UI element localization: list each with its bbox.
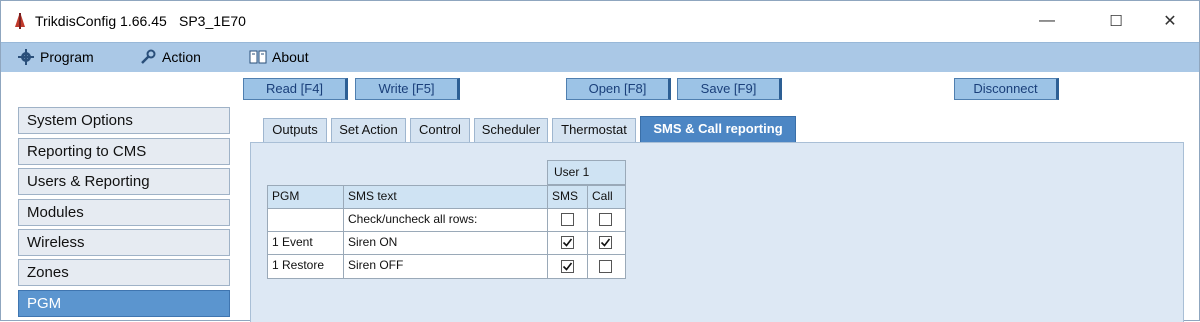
- table-row-pgm: 1 Restore: [267, 254, 344, 279]
- app-window: TrikdisConfig 1.66.45 SP3_1E70 — ☐ ✕ Pro…: [0, 0, 1200, 322]
- column-header-sms-text: SMS text: [343, 185, 548, 209]
- column-header-call: Call: [587, 185, 626, 209]
- tab-set-action[interactable]: Set Action: [331, 118, 406, 142]
- app-logo-icon: [15, 13, 25, 29]
- menu-program[interactable]: Program: [17, 49, 94, 65]
- column-header-pgm: PGM: [267, 185, 344, 209]
- title-bar: TrikdisConfig 1.66.45 SP3_1E70 — ☐ ✕: [1, 1, 1199, 41]
- menu-about-label: About: [272, 49, 309, 65]
- checkmark-icon: [562, 262, 573, 271]
- book-icon: [249, 50, 267, 64]
- menu-program-label: Program: [40, 49, 94, 65]
- checkmark-icon: [562, 238, 573, 247]
- write-button[interactable]: Write [F5]: [355, 78, 460, 100]
- column-header-sms: SMS: [547, 185, 588, 209]
- restore-call-checkbox[interactable]: [599, 260, 612, 273]
- checkmark-icon: [600, 238, 611, 247]
- tab-scheduler[interactable]: Scheduler: [474, 118, 548, 142]
- menu-about[interactable]: About: [249, 49, 309, 65]
- nav-system-options[interactable]: System Options: [18, 107, 230, 134]
- disconnect-button[interactable]: Disconnect: [954, 78, 1059, 100]
- table-row-pgm: [267, 208, 344, 232]
- table-row-pgm: 1 Event: [267, 231, 344, 255]
- open-button[interactable]: Open [F8]: [566, 78, 671, 100]
- table-row-text: Siren ON: [343, 231, 548, 255]
- wrench-icon: [141, 49, 156, 64]
- window-title: TrikdisConfig 1.66.45: [35, 13, 167, 29]
- event-call-checkbox[interactable]: [599, 236, 612, 249]
- maximize-button[interactable]: ☐: [1093, 1, 1139, 41]
- nav-users-reporting[interactable]: Users & Reporting: [18, 168, 230, 195]
- tab-sms-call-reporting[interactable]: SMS & Call reporting: [640, 116, 796, 142]
- nav-wireless[interactable]: Wireless: [18, 229, 230, 256]
- nav-zones[interactable]: Zones: [18, 259, 230, 286]
- save-button[interactable]: Save [F9]: [677, 78, 782, 100]
- table-row-text: Siren OFF: [343, 254, 548, 279]
- minimize-button[interactable]: —: [1024, 1, 1070, 41]
- check-all-sms-checkbox[interactable]: [561, 213, 574, 226]
- nav-pgm[interactable]: PGM: [18, 290, 230, 317]
- read-button[interactable]: Read [F4]: [243, 78, 348, 100]
- window-file-name: SP3_1E70: [179, 13, 246, 29]
- tab-outputs[interactable]: Outputs: [263, 118, 327, 142]
- tab-thermostat[interactable]: Thermostat: [552, 118, 636, 142]
- tab-control[interactable]: Control: [410, 118, 470, 142]
- menu-action-label: Action: [162, 49, 201, 65]
- event-sms-checkbox[interactable]: [561, 236, 574, 249]
- menu-action[interactable]: Action: [139, 49, 201, 65]
- gear-icon: [18, 49, 34, 65]
- table-row-text: Check/uncheck all rows:: [343, 208, 548, 232]
- menu-bar: Program Action About: [1, 42, 1199, 72]
- user-group-header: User 1: [547, 160, 626, 185]
- close-button[interactable]: ✕: [1147, 1, 1193, 41]
- nav-reporting-to-cms[interactable]: Reporting to CMS: [18, 138, 230, 165]
- nav-modules[interactable]: Modules: [18, 199, 230, 226]
- restore-sms-checkbox[interactable]: [561, 260, 574, 273]
- check-all-call-checkbox[interactable]: [599, 213, 612, 226]
